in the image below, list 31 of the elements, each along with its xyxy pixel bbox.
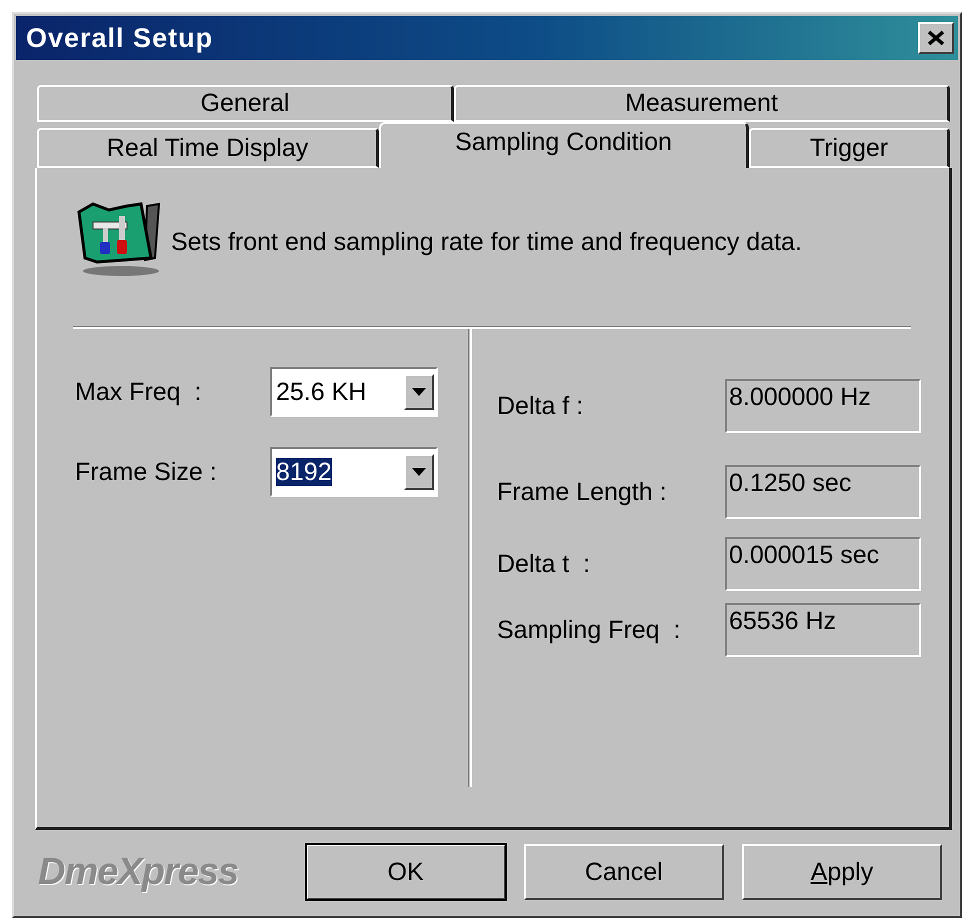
dropdown-value: 8192 (276, 458, 333, 486)
field-label: Delta f : (497, 392, 584, 420)
field-label: Sampling Freq : (497, 616, 682, 644)
tab[interactable]: Measurement (454, 85, 950, 122)
dialog-button[interactable]: Cancel (524, 844, 724, 900)
tab[interactable]: General (37, 85, 454, 122)
close-icon (927, 30, 945, 46)
dialog-button[interactable]: Apply (742, 844, 942, 900)
readout-field: 0.1250 sec (725, 465, 921, 519)
readout-field: 8.000000 Hz (725, 379, 921, 433)
caret-icon (412, 388, 426, 396)
dropdown-value: 25.6 KH (276, 378, 368, 406)
tab[interactable]: Sampling Condition (379, 122, 749, 168)
dropdown-button[interactable] (404, 454, 434, 490)
description-text: Sets front end sampling rate for time and frequency data. (171, 228, 802, 256)
tab[interactable]: Real Time Display (37, 128, 379, 168)
dropdown-button[interactable] (404, 374, 434, 410)
readout-field: 0.000015 sec (725, 537, 921, 591)
logo-text: DmeXpress (38, 850, 240, 894)
field-label: Frame Length : (497, 478, 668, 506)
close-button[interactable] (918, 22, 954, 54)
dialog-button[interactable]: OK (306, 844, 506, 900)
caret-icon (412, 468, 426, 476)
field-label: Delta t : (497, 550, 592, 578)
readout-field: 65536 Hz (725, 603, 921, 657)
field-label: Max Freq : (75, 378, 202, 406)
field-label: Frame Size : (75, 458, 218, 486)
window-title: Overall Setup (26, 22, 214, 54)
tab[interactable]: Trigger (749, 128, 950, 168)
dropdown[interactable]: 8192 (270, 447, 438, 497)
dropdown[interactable]: 25.6 KH (270, 367, 438, 417)
